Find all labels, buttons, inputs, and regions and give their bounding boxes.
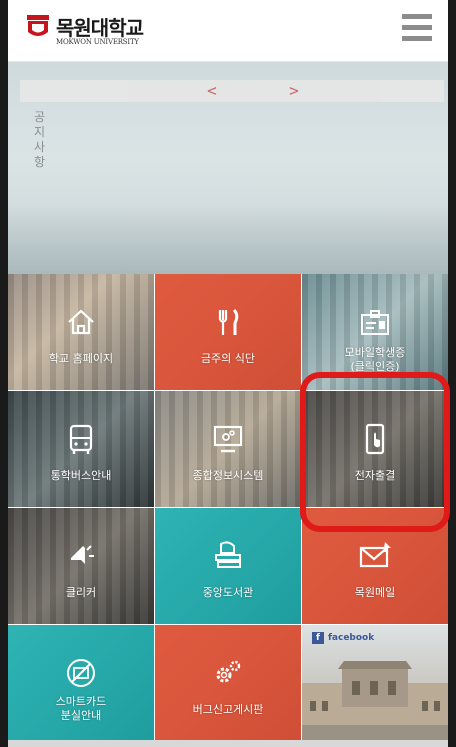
tile-label: 클리커 [65, 586, 97, 599]
tile-mobile-student-id[interactable]: 모바일학생증 (클릭인증) [302, 274, 448, 390]
home-icon [68, 309, 94, 335]
tile-clicker[interactable]: 클리커 [8, 508, 154, 624]
monitor-gear-icon [213, 425, 243, 453]
tile-label: 종합정보시스템 [192, 469, 264, 482]
notice-title: 공지사항 [34, 110, 46, 169]
logo-name: 목원대학교 [56, 16, 144, 40]
tile-label: 통학버스안내 [50, 469, 112, 482]
facebook-badge: f facebook [312, 631, 374, 645]
bus-icon [69, 424, 93, 454]
tile-homepage[interactable]: 학교 홈페이지 [8, 274, 154, 390]
tile-mokwon-mail[interactable]: 목원메일 [302, 508, 448, 624]
logo-subtitle: MOKWON UNIVERSITY [56, 38, 139, 46]
tile-label: 학교 홈페이지 [48, 352, 114, 365]
tile-label: 중앙도서관 [202, 586, 254, 599]
app-header: 목원대학교 MOKWON UNIVERSITY [8, 0, 448, 62]
clicker-icon [71, 545, 94, 564]
menu-tile-grid: 학교 홈페이지 금주의 식단 모바일학생증 (클릭인증) 통학버스안내 종합정보… [8, 274, 448, 741]
books-icon [215, 541, 241, 568]
tile-label: 모바일학생증 (클릭인증) [344, 346, 406, 373]
tile-label: 전자출결 [354, 469, 396, 482]
tile-label: 금주의 식단 [200, 352, 256, 365]
tile-info-system[interactable]: 종합정보시스템 [155, 391, 301, 507]
tile-central-library[interactable]: 중앙도서관 [155, 508, 301, 624]
tile-label: 스마트카드 분실안내 [55, 695, 107, 722]
facebook-label: facebook [328, 633, 375, 643]
university-logo[interactable]: 목원대학교 MOKWON UNIVERSITY [26, 12, 186, 52]
id-card-icon [361, 310, 389, 335]
fork-knife-icon [218, 308, 239, 335]
touch-phone-icon [365, 423, 385, 455]
tile-facebook[interactable]: f facebook [302, 625, 448, 741]
tile-label: 버그신고게시판 [192, 703, 264, 716]
tile-electronic-attendance[interactable]: 전자출결 [302, 391, 448, 507]
prev-notice-button[interactable]: < [200, 80, 224, 102]
university-emblem-icon [27, 15, 49, 36]
tile-smartcard-lost[interactable]: 스마트카드 분실안내 [8, 625, 154, 741]
tile-bug-report-board[interactable]: 버그신고게시판 [155, 625, 301, 741]
tile-weekly-menu[interactable]: 금주의 식단 [155, 274, 301, 390]
next-notice-button[interactable]: > [282, 80, 306, 102]
gears-icon [216, 660, 241, 683]
tile-shuttle-bus[interactable]: 통학버스안내 [8, 391, 154, 507]
mail-icon [359, 542, 391, 568]
card-lost-icon [67, 659, 95, 687]
tile-label: 목원메일 [354, 586, 396, 599]
campus-building-image [302, 661, 448, 741]
facebook-icon: f [312, 632, 324, 644]
notice-banner: < > 공지사항 [8, 62, 448, 274]
hamburger-menu-icon[interactable] [402, 14, 432, 44]
notice-nav-bar: < > [20, 80, 444, 102]
bottom-scroll-bar [8, 740, 448, 747]
